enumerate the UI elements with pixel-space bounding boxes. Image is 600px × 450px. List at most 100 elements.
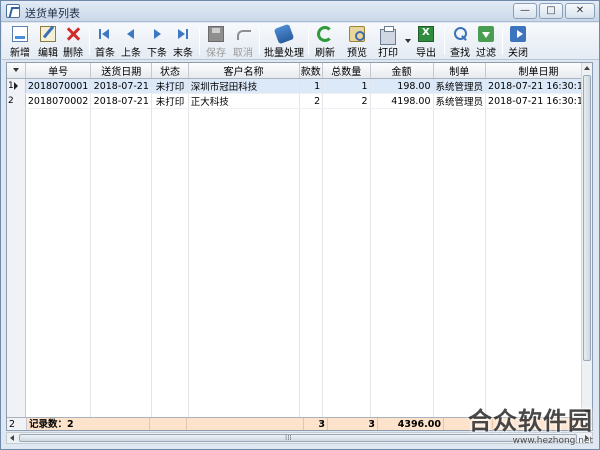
edit-icon [40,26,56,42]
empty-grid-area [7,108,592,427]
empty-cell [299,108,324,427]
toolbar-separator [199,27,200,55]
cell-customer[interactable]: 正大科技 [188,93,300,109]
cell-total-qty[interactable]: 1 [322,78,371,94]
find-button[interactable]: 查找 [446,25,474,59]
column-header[interactable]: 金额 [370,63,434,79]
cell-status[interactable]: 未打印 [151,78,189,94]
site-watermark: 合众软件园 www.hezhong.net [468,401,593,446]
cell-created-at[interactable]: 2018-07-21 16:30:15 [485,78,592,94]
next-record-button[interactable]: 下条 [143,25,171,59]
cell-creator[interactable]: 系统管理员 [433,78,487,94]
vertical-scroll-thumb[interactable] [583,75,591,361]
save-button[interactable]: 保存 [202,25,230,59]
cell-amount[interactable]: 198.00 [370,78,434,94]
window-title: 送货单列表 [25,7,80,20]
table-row[interactable]: 2 2018070002 2018-07-21 未打印 正大科技 2 2 419… [7,93,592,109]
toolbar: 新增 编辑 删除 首条 上条 下条 末条 保存 取消 批量处理 刷新 预览 打印… [2,23,599,60]
watermark-logo-text: 合众软件园 [468,407,593,435]
filter-button[interactable]: 过滤 [472,25,500,59]
last-record-button[interactable]: 末条 [169,25,197,59]
row-indicator[interactable]: 2 [7,93,26,109]
exit-icon [510,26,526,42]
title-bar[interactable]: 送货单列表 — □ ✕ [1,1,599,22]
main-window: 送货单列表 — □ ✕ 新增 编辑 删除 首条 上条 下条 末条 保存 取消 批… [0,0,600,450]
column-header[interactable]: 制单日期 [485,63,592,79]
cell-styles[interactable]: 2 [299,93,324,109]
preview-button[interactable]: 预览 [343,25,371,59]
batch-label: 批量处理 [264,48,304,59]
close-window-button[interactable]: ✕ [565,3,595,19]
cancel-button[interactable]: 取消 [229,25,257,59]
close-button[interactable]: 关闭 [504,25,532,59]
cell-status[interactable]: 未打印 [151,93,189,109]
empty-cell [90,108,153,427]
close-label: 关闭 [508,48,528,59]
prev-record-icon [123,26,139,42]
order-table: 单号 送货日期 状态 客户名称 款数 总数量 金额 制单 制单日期 1 2018… [7,63,592,427]
export-button[interactable]: 导出 [412,25,440,59]
app-icon [6,4,20,18]
last-label: 末条 [173,48,193,59]
cell-amount[interactable]: 4198.00 [370,93,434,109]
cell-customer[interactable]: 深圳市冠田科技 [188,78,300,94]
refresh-button[interactable]: 刷新 [311,25,339,59]
column-header[interactable]: 状态 [151,63,189,79]
summary-row-number: 2 [7,418,27,430]
print-button[interactable]: 打印 [374,25,402,59]
column-header[interactable]: 送货日期 [90,63,153,79]
scroll-up-arrow-icon[interactable] [584,66,590,70]
first-label: 首条 [95,48,115,59]
search-icon [452,26,468,42]
column-header[interactable]: 制单 [433,63,487,79]
first-record-button[interactable]: 首条 [91,25,119,59]
minimize-button[interactable]: — [513,3,537,19]
column-header[interactable]: 款数 [299,63,324,79]
batch-process-button[interactable]: 批量处理 [263,23,305,59]
vertical-scrollbar[interactable] [581,63,592,417]
scroll-left-arrow-icon[interactable] [10,435,14,441]
cell-created-at[interactable]: 2018-07-21 16:30:15 [485,93,592,109]
cell-creator[interactable]: 系统管理员 [433,93,487,109]
toolbar-separator [259,27,260,55]
header-row: 单号 送货日期 状态 客户名称 款数 总数量 金额 制单 制单日期 [7,63,592,79]
empty-cell [370,108,434,427]
table-row[interactable]: 1 2018070001 2018-07-21 未打印 深圳市冠田科技 1 1 … [7,78,592,94]
empty-cell [151,108,189,427]
toolbar-separator [308,27,309,55]
cell-order-no[interactable]: 2018070001 [25,78,92,94]
toolbar-separator [444,27,445,55]
cell-styles[interactable]: 1 [299,78,324,94]
excel-icon [418,26,434,42]
delete-button[interactable]: 删除 [58,25,88,59]
delete-icon [65,26,81,42]
column-header[interactable]: 总数量 [322,63,371,79]
prev-label: 上条 [121,48,141,59]
maximize-button[interactable]: □ [539,3,563,19]
current-row-arrow-icon [14,82,18,90]
row-number: 2 [8,96,14,106]
row-indicator[interactable]: 1 [7,78,26,94]
filter-label: 过滤 [476,48,496,59]
summary-empty [150,418,187,430]
toolbar-separator [89,27,90,55]
save-icon [208,26,224,42]
column-header[interactable]: 单号 [25,63,92,79]
save-label: 保存 [206,48,226,59]
data-grid[interactable]: 单号 送货日期 状态 客户名称 款数 总数量 金额 制单 制单日期 1 2018… [6,62,593,431]
print-dropdown-arrow[interactable] [405,39,411,43]
summary-empty [187,418,304,430]
row-indicator-header[interactable] [7,63,26,79]
new-document-icon [12,26,28,42]
delete-label: 删除 [63,48,83,59]
new-button[interactable]: 新增 [4,25,36,59]
summary-amount: 4396.00 [378,418,444,430]
prev-record-button[interactable]: 上条 [117,25,145,59]
column-header[interactable]: 客户名称 [188,63,300,79]
record-count: 记录数：2 [27,418,150,430]
cell-total-qty[interactable]: 2 [322,93,371,109]
cell-order-no[interactable]: 2018070002 [25,93,92,109]
filter-icon [478,26,494,42]
cell-date[interactable]: 2018-07-21 [90,78,153,94]
cell-date[interactable]: 2018-07-21 [90,93,153,109]
